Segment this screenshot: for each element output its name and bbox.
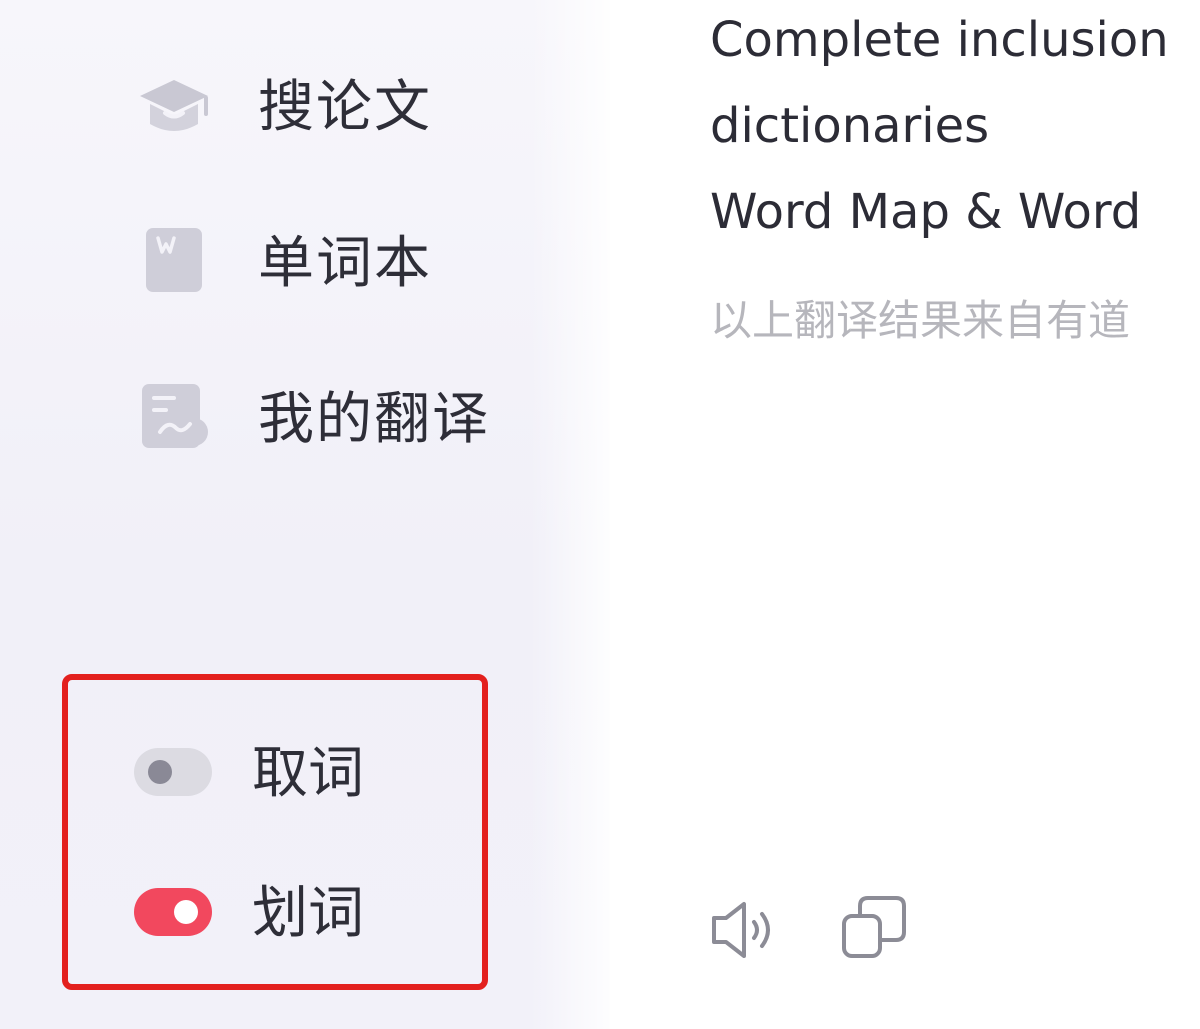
- sidebar-item-search-papers[interactable]: 搜论文: [0, 58, 560, 158]
- sidebar-item-label: 单词本: [258, 231, 432, 296]
- toggle-label: 划词: [252, 881, 364, 946]
- result-line: Complete inclusion: [710, 12, 1169, 68]
- wordbook-icon: [146, 228, 202, 292]
- toggle-label: 取词: [252, 741, 364, 806]
- translation-result-panel: Complete inclusion dictionaries Word Map…: [610, 0, 1200, 1029]
- sidebar-item-my-translations[interactable]: 我的翻译: [0, 370, 560, 470]
- sidebar-item-label: 搜论文: [258, 75, 432, 140]
- translation-doc-icon: [142, 384, 208, 448]
- sidebar-item-label: 我的翻译: [258, 387, 490, 452]
- toggle-row-pick-word: 取词: [0, 722, 430, 822]
- toggle-knob: [148, 760, 172, 784]
- toggle-row-select-word: 划词: [0, 862, 430, 962]
- source-note: 以上翻译结果来自有道: [710, 296, 1131, 345]
- pick-word-toggle[interactable]: [134, 748, 212, 796]
- result-line: dictionaries: [710, 98, 990, 154]
- sidebar: 搜论文 单词本 我的翻译 取词 划词: [0, 0, 610, 1029]
- sidebar-item-wordbook[interactable]: 单词本: [0, 214, 560, 314]
- toggle-knob: [174, 900, 198, 924]
- select-word-toggle[interactable]: [134, 888, 212, 936]
- app-window: 搜论文 单词本 我的翻译 取词 划词 Complete inclusion di…: [0, 0, 1200, 1029]
- speaker-icon[interactable]: [706, 890, 786, 970]
- copy-icon[interactable]: [836, 890, 916, 970]
- result-line: Word Map & Word: [710, 184, 1142, 240]
- graduation-cap-icon: [140, 80, 208, 131]
